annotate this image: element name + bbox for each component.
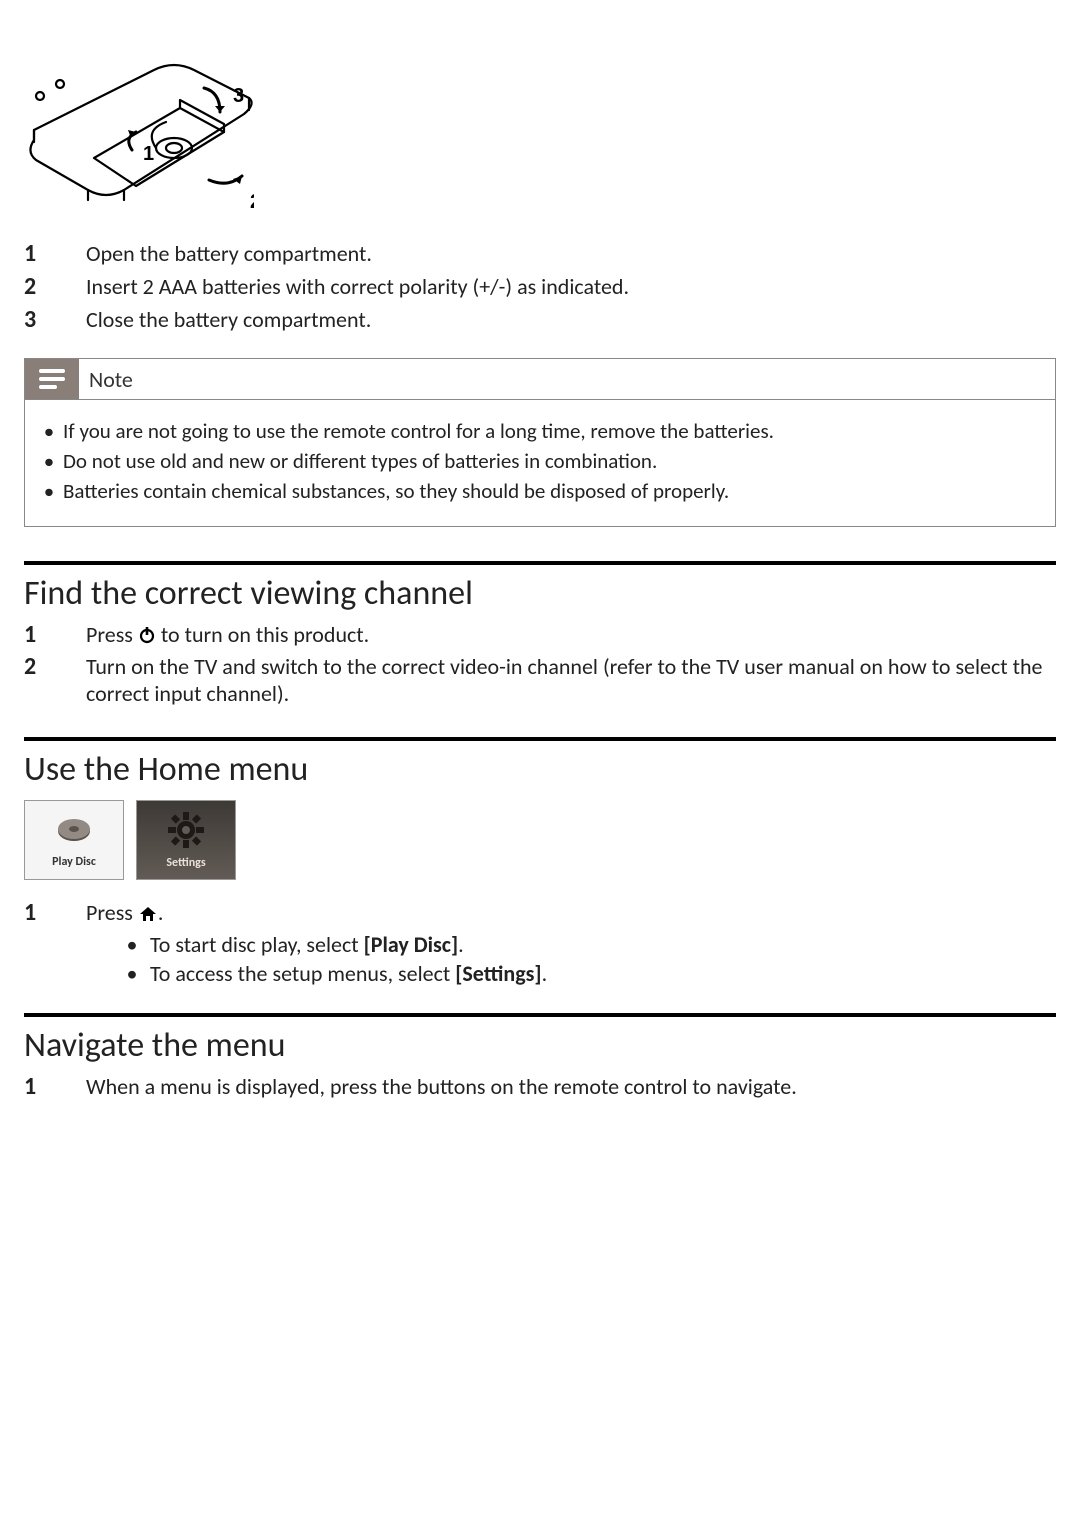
home-sub-bullet: • To start disc play, select [Play Disc]… bbox=[114, 931, 1056, 958]
note-item: • Batteries contain chemical substances,… bbox=[35, 478, 1045, 504]
step-number: 1 bbox=[24, 1072, 86, 1101]
tile-label: Settings bbox=[166, 856, 205, 870]
tile-settings: Settings bbox=[136, 800, 236, 880]
battery-step: 2 Insert 2 AAA batteries with correct po… bbox=[24, 272, 1056, 301]
step-number: 2 bbox=[24, 652, 86, 681]
step-number: 2 bbox=[24, 272, 86, 301]
battery-step: 3 Close the battery compartment. bbox=[24, 305, 1056, 334]
section-title-viewing: Find the correct viewing channel bbox=[24, 573, 1056, 614]
viewing-step: 1 Press to turn on this product. bbox=[24, 620, 1056, 650]
bullet-suffix: . bbox=[458, 931, 464, 958]
section-title-home: Use the Home menu bbox=[24, 749, 1056, 790]
step-number: 1 bbox=[24, 620, 86, 649]
bullet-dot: • bbox=[114, 931, 150, 958]
step-text: Press to turn on this product. bbox=[86, 621, 369, 650]
bullet-bold: [Play Disc] bbox=[364, 931, 459, 958]
bullet-dot: • bbox=[35, 478, 63, 504]
step-text-prefix: Press bbox=[86, 899, 138, 926]
home-menu-tiles: Play Disc Settings bbox=[24, 800, 1056, 880]
step-number: 1 bbox=[24, 239, 86, 268]
home-icon bbox=[138, 902, 158, 929]
step-text: Turn on the TV and switch to the correct… bbox=[86, 653, 1056, 707]
svg-text:1: 1 bbox=[143, 143, 154, 165]
step-number: 1 bbox=[24, 898, 86, 927]
bullet-text: To access the setup menus, select [Setti… bbox=[150, 960, 547, 987]
section-divider bbox=[24, 561, 1056, 565]
tile-label: Play Disc bbox=[52, 855, 96, 869]
bullet-suffix: . bbox=[542, 960, 548, 987]
svg-text:3: 3 bbox=[233, 85, 244, 107]
step-text: When a menu is displayed, press the butt… bbox=[86, 1073, 797, 1100]
bullet-prefix: To access the setup menus, select bbox=[150, 960, 455, 987]
home-step: 1 Press . bbox=[24, 898, 1056, 928]
navigate-step: 1 When a menu is displayed, press the bu… bbox=[24, 1072, 1056, 1101]
step-text-suffix: to turn on this product. bbox=[161, 621, 369, 648]
note-body: • If you are not going to use the remote… bbox=[25, 400, 1055, 526]
battery-step: 1 Open the battery compartment. bbox=[24, 239, 1056, 268]
note-title: Note bbox=[89, 366, 133, 393]
note-icon bbox=[25, 359, 79, 399]
note-item: • If you are not going to use the remote… bbox=[35, 418, 1045, 444]
section-divider bbox=[24, 737, 1056, 741]
step-text-prefix: Press bbox=[86, 621, 138, 648]
bullet-dot: • bbox=[114, 960, 150, 987]
note-box: Note • If you are not going to use the r… bbox=[24, 358, 1056, 527]
note-item: • Do not use old and new or different ty… bbox=[35, 448, 1045, 474]
bullet-dot: • bbox=[35, 448, 63, 474]
step-text: Press . bbox=[86, 899, 163, 928]
step-text-suffix: . bbox=[158, 899, 164, 926]
section-title-navigate: Navigate the menu bbox=[24, 1025, 1056, 1066]
bullet-text: To start disc play, select [Play Disc]. bbox=[150, 931, 464, 958]
note-text: Batteries contain chemical substances, s… bbox=[63, 478, 729, 504]
step-number: 3 bbox=[24, 305, 86, 334]
step-text: Insert 2 AAA batteries with correct pola… bbox=[86, 273, 629, 300]
home-sub-bullets: • To start disc play, select [Play Disc]… bbox=[114, 931, 1056, 987]
step-text: Open the battery compartment. bbox=[86, 240, 372, 267]
svg-text:2: 2 bbox=[250, 191, 254, 210]
bullet-prefix: To start disc play, select bbox=[150, 931, 364, 958]
gear-icon bbox=[166, 810, 206, 850]
step-text: Close the battery compartment. bbox=[86, 306, 371, 333]
battery-steps-list: 1 Open the battery compartment. 2 Insert… bbox=[24, 239, 1056, 334]
remote-illustration: 1 2 3 bbox=[24, 40, 1056, 215]
home-sub-bullet: • To access the setup menus, select [Set… bbox=[114, 960, 1056, 987]
power-icon bbox=[138, 623, 156, 650]
note-text: Do not use old and new or different type… bbox=[63, 448, 657, 474]
disc-icon bbox=[55, 811, 93, 849]
bullet-dot: • bbox=[35, 418, 63, 444]
note-text: If you are not going to use the remote c… bbox=[63, 418, 774, 444]
bullet-bold: [Settings] bbox=[455, 960, 541, 987]
viewing-step: 2 Turn on the TV and switch to the corre… bbox=[24, 652, 1056, 707]
section-divider bbox=[24, 1013, 1056, 1017]
tile-play-disc: Play Disc bbox=[24, 800, 124, 880]
note-header: Note bbox=[25, 359, 1055, 400]
